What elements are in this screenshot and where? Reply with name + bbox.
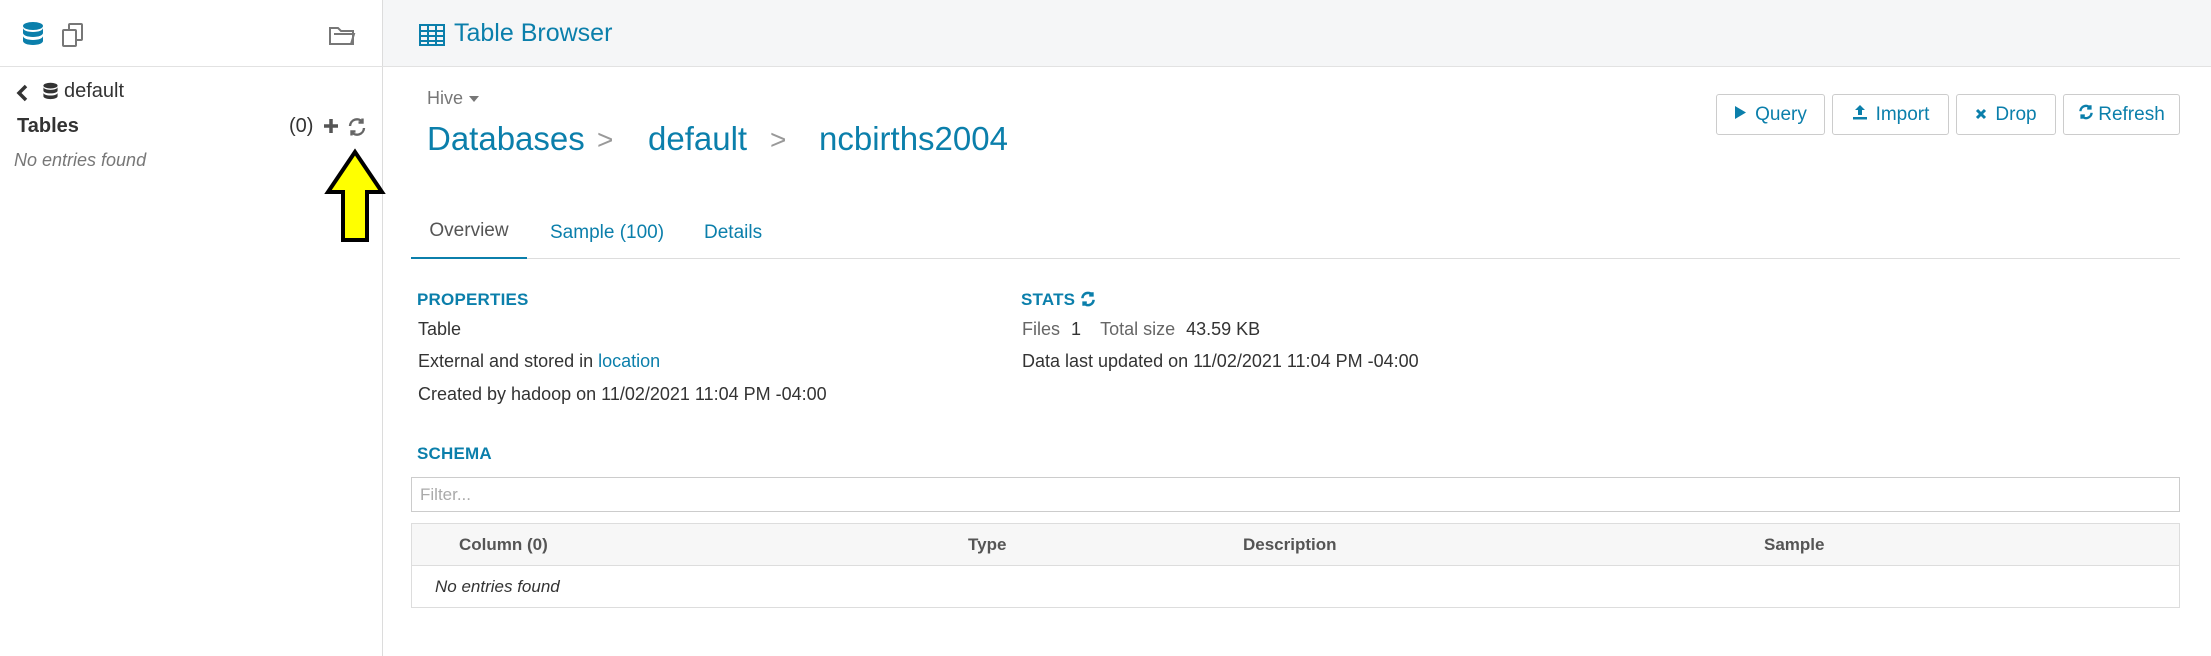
stats-title-label: STATS	[1021, 290, 1076, 309]
import-label: Import	[1875, 103, 1930, 125]
tab-overview[interactable]: Overview	[411, 220, 527, 259]
files-label: Files	[1022, 319, 1061, 339]
breadcrumb-table[interactable]: ncbirths2004	[819, 120, 1008, 158]
breadcrumb-database[interactable]: default	[648, 120, 747, 158]
top-bar: Table Browser	[383, 0, 2211, 67]
schema-filter-input[interactable]	[411, 477, 2180, 512]
tabs-underline	[411, 258, 2180, 259]
sidebar-tables-count: (0)	[289, 115, 314, 137]
column-header-sample[interactable]: Sample	[1764, 535, 1824, 555]
tab-overview-label: Overview	[429, 220, 509, 241]
column-header-column[interactable]: Column (0)	[459, 535, 548, 555]
refresh-icon[interactable]	[1080, 291, 1096, 312]
chevron-left-icon[interactable]	[15, 84, 29, 107]
schema-empty-text: No entries found	[435, 577, 560, 596]
query-button[interactable]: Query	[1716, 94, 1825, 135]
breadcrumb-separator: >	[597, 124, 614, 155]
tab-sample[interactable]: Sample (100)	[550, 222, 664, 244]
properties-title: PROPERTIES	[417, 290, 529, 309]
column-header-type[interactable]: Type	[968, 535, 1006, 555]
source-label: Hive	[427, 88, 464, 108]
documents-icon[interactable]	[60, 22, 86, 53]
sidebar-database-name[interactable]: default	[64, 80, 124, 103]
stats-files: Files 1 Total size 43.59 KB	[1022, 319, 1260, 340]
sidebar-empty-text: No entries found	[14, 150, 147, 170]
drop-label: Drop	[1995, 103, 2037, 125]
tab-details[interactable]: Details	[704, 222, 762, 244]
storage-text: External and stored in	[418, 351, 594, 371]
sidebar-toolbar	[0, 0, 383, 67]
schema-table-header: Column (0) Type Description Sample	[412, 524, 2179, 566]
sidebar-tables-label: Tables	[17, 115, 79, 137]
arrow-up-annotation	[324, 148, 386, 249]
files-value: 1	[1071, 319, 1082, 339]
refresh-icon[interactable]	[347, 117, 367, 142]
database-icon[interactable]	[21, 21, 45, 54]
property-type: Table	[418, 319, 462, 339]
size-label: Total size	[1100, 319, 1176, 339]
drop-button[interactable]: Drop	[1956, 94, 2056, 135]
location-link[interactable]: location	[598, 351, 660, 371]
table-grid-icon	[419, 24, 445, 51]
breadcrumb-separator: >	[770, 124, 787, 155]
folder-open-icon[interactable]	[328, 23, 356, 52]
property-created: Created by hadoop on 11/02/2021 11:04 PM…	[418, 384, 827, 404]
play-icon	[1734, 104, 1747, 126]
stats-title: STATS	[1021, 290, 1096, 312]
refresh-label: Refresh	[2098, 103, 2165, 125]
query-label: Query	[1755, 103, 1807, 125]
plus-icon[interactable]	[323, 118, 339, 139]
close-icon	[1975, 104, 1987, 126]
left-sidebar: default Tables (0) No entries found	[0, 0, 386, 656]
refresh-icon	[2078, 104, 2094, 126]
database-icon	[42, 82, 59, 107]
property-storage: External and stored in location	[418, 351, 660, 372]
stats-updated: Data last updated on 11/02/2021 11:04 PM…	[1022, 351, 1419, 371]
upload-icon	[1852, 104, 1868, 126]
import-button[interactable]: Import	[1832, 94, 1949, 135]
app-title: Table Browser	[454, 19, 613, 47]
caret-down-icon	[468, 88, 480, 109]
schema-table: Column (0) Type Description Sample No en…	[411, 523, 2180, 608]
column-header-description[interactable]: Description	[1243, 535, 1337, 555]
breadcrumb-databases[interactable]: Databases	[427, 120, 585, 158]
schema-title: SCHEMA	[417, 444, 492, 463]
refresh-button[interactable]: Refresh	[2063, 94, 2180, 135]
size-value: 43.59 KB	[1186, 319, 1261, 339]
source-selector[interactable]: Hive	[427, 88, 480, 109]
